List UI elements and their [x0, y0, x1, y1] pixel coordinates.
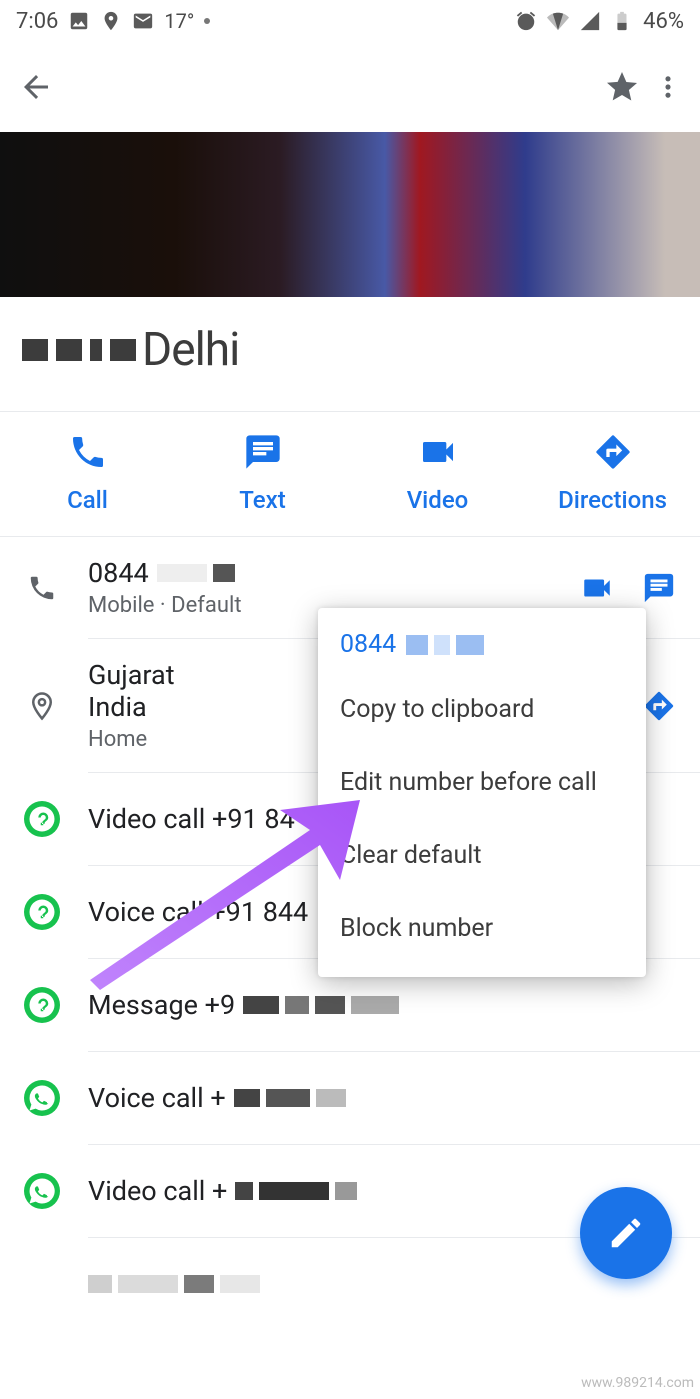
videocam-icon — [418, 432, 458, 472]
menu-clear-default[interactable]: Clear default — [318, 819, 646, 892]
directions-outline-icon[interactable] — [642, 689, 676, 723]
contact-name-row: Delhi — [0, 297, 700, 412]
phone-number: 0844 — [88, 557, 149, 589]
redacted — [234, 1089, 346, 1107]
menu-edit-before-call[interactable]: Edit number before call — [318, 746, 646, 819]
menu-copy[interactable]: Copy to clipboard — [318, 673, 646, 746]
videocam-icon[interactable] — [580, 571, 614, 605]
whatsapp-voice-label: Voice call + — [88, 1082, 226, 1114]
alarm-icon — [515, 10, 537, 32]
wifi-icon — [547, 10, 569, 32]
star-icon[interactable] — [604, 69, 640, 105]
whatsapp-voice-row[interactable]: Voice call + — [0, 1052, 700, 1144]
whatsapp-business-icon — [24, 894, 60, 930]
directions-label: Directions — [558, 486, 667, 514]
image-icon — [68, 10, 90, 32]
redacted-name-prefix — [22, 339, 136, 361]
redacted-phone — [157, 564, 235, 582]
redacted — [235, 1182, 357, 1200]
whatsapp-video-label: Video call + — [88, 1175, 227, 1207]
signal-icon — [579, 10, 601, 32]
whatsapp-business-icon — [24, 801, 60, 837]
menu-block-number[interactable]: Block number — [318, 892, 646, 965]
watermark: www.989214.com — [581, 1375, 694, 1391]
status-bar: 7:06 17° 46% — [0, 0, 700, 42]
status-temp: 17° — [164, 9, 194, 33]
whatsapp-icon — [24, 1080, 60, 1116]
location-icon — [100, 10, 122, 32]
video-button[interactable]: Video — [350, 432, 525, 514]
status-time: 7:06 — [16, 9, 58, 34]
edit-fab[interactable] — [580, 1187, 672, 1279]
message-icon — [243, 432, 283, 472]
status-battery: 46% — [643, 9, 684, 34]
contact-hero-image — [0, 132, 700, 297]
contact-actions: Call Text Video Directions — [0, 412, 700, 537]
mail-icon — [132, 10, 154, 32]
battery-icon — [611, 10, 633, 32]
phone-outline-icon — [27, 573, 57, 603]
text-button[interactable]: Text — [175, 432, 350, 514]
business-message-label: Message +9 — [88, 989, 235, 1021]
status-dot — [204, 18, 210, 24]
video-label: Video — [407, 486, 469, 514]
app-bar — [0, 42, 700, 132]
phone-icon — [68, 432, 108, 472]
location-outline-icon — [27, 691, 57, 721]
message-outline-icon[interactable] — [642, 571, 676, 605]
contact-name: Delhi — [142, 323, 239, 377]
overflow-icon[interactable] — [654, 69, 682, 105]
redacted — [88, 1275, 260, 1293]
directions-icon — [593, 432, 633, 472]
redacted — [243, 996, 399, 1014]
whatsapp-business-icon — [24, 987, 60, 1023]
directions-button[interactable]: Directions — [525, 432, 700, 514]
context-menu-header: 0844 — [318, 626, 646, 673]
call-button[interactable]: Call — [0, 432, 175, 514]
pencil-icon — [607, 1214, 645, 1252]
back-icon[interactable] — [18, 69, 54, 105]
call-label: Call — [67, 486, 108, 514]
text-label: Text — [239, 486, 285, 514]
context-menu: 0844 Copy to clipboard Edit number befor… — [318, 608, 646, 977]
whatsapp-icon — [24, 1173, 60, 1209]
